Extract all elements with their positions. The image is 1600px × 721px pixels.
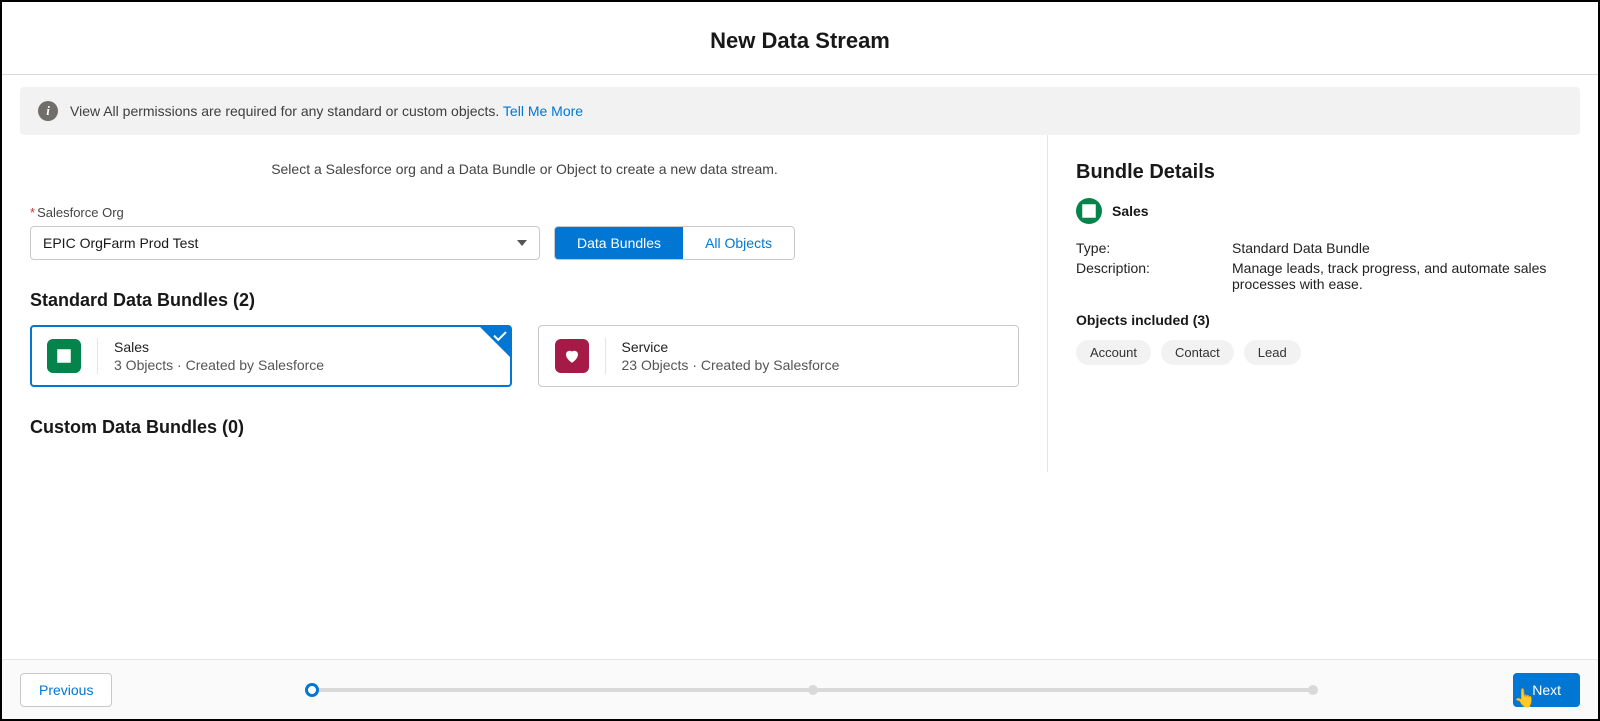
progress-step-3[interactable] — [1308, 685, 1318, 695]
standard-bundles-heading: Standard Data Bundles (2) — [30, 290, 1019, 311]
type-label: Type: — [1076, 240, 1232, 256]
progress-indicator — [312, 687, 1313, 693]
intro-text: Select a Salesforce org and a Data Bundl… — [30, 161, 1019, 177]
bundle-details-heading: Bundle Details — [1076, 161, 1570, 184]
object-chip: Account — [1076, 340, 1151, 365]
object-chip: Contact — [1161, 340, 1234, 365]
view-toggle: Data Bundles All Objects — [554, 226, 795, 260]
info-banner: i View All permissions are required for … — [20, 87, 1580, 135]
salesforce-org-select[interactable]: EPIC OrgFarm Prod Test — [30, 226, 540, 260]
toggle-data-bundles[interactable]: Data Bundles — [555, 227, 683, 259]
main-panel: Select a Salesforce org and a Data Bundl… — [2, 135, 1047, 472]
description-value: Manage leads, track progress, and automa… — [1232, 260, 1570, 292]
objects-included-heading: Objects included (3) — [1076, 312, 1570, 328]
tell-me-more-link[interactable]: Tell Me More — [503, 103, 583, 119]
bundle-name: Service — [622, 339, 840, 355]
sales-icon — [47, 339, 81, 373]
type-value: Standard Data Bundle — [1232, 240, 1570, 256]
wizard-footer: Previous Next — [2, 659, 1598, 719]
page-title: New Data Stream — [2, 28, 1598, 54]
info-icon: i — [38, 101, 58, 121]
details-panel: Bundle Details Sales Type: Standard Data… — [1047, 135, 1598, 472]
next-button[interactable]: Next — [1513, 673, 1580, 707]
toggle-all-objects[interactable]: All Objects — [683, 227, 794, 259]
details-name: Sales — [1112, 203, 1149, 219]
selected-indicator-icon — [480, 327, 510, 357]
info-text: View All permissions are required for an… — [70, 103, 499, 119]
previous-button[interactable]: Previous — [20, 673, 112, 707]
progress-step-1[interactable] — [305, 683, 319, 697]
bundle-name: Sales — [114, 339, 324, 355]
bundle-subtext: 23 Objects · Created by Salesforce — [622, 357, 840, 373]
description-label: Description: — [1076, 260, 1232, 292]
bundle-card-sales[interactable]: Sales 3 Objects · Created by Salesforce — [30, 325, 512, 387]
modal-header: New Data Stream — [2, 2, 1598, 75]
custom-bundles-heading: Custom Data Bundles (0) — [30, 417, 1019, 438]
object-chip: Lead — [1244, 340, 1301, 365]
bundle-subtext: 3 Objects · Created by Salesforce — [114, 357, 324, 373]
service-icon — [555, 339, 589, 373]
sales-icon — [1076, 198, 1102, 224]
bundle-card-service[interactable]: Service 23 Objects · Created by Salesfor… — [538, 325, 1020, 387]
progress-step-2[interactable] — [808, 685, 818, 695]
required-indicator: * — [30, 205, 35, 220]
salesforce-org-value: EPIC OrgFarm Prod Test — [43, 235, 198, 251]
salesforce-org-label: *Salesforce Org — [30, 205, 540, 220]
chevron-down-icon — [517, 240, 527, 246]
